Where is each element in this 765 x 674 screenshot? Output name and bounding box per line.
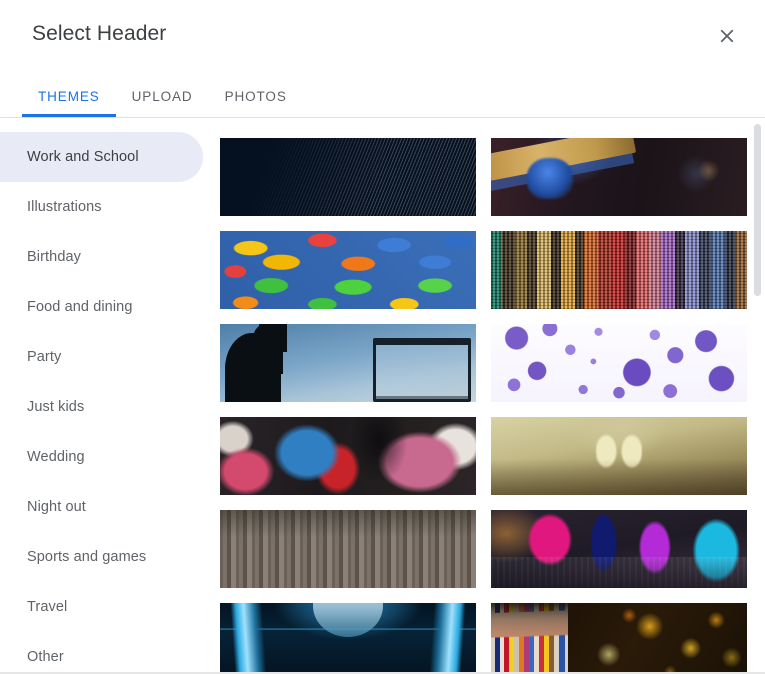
tab-bar: THEMES UPLOAD PHOTOS: [0, 76, 765, 117]
theme-thumbnail-colored-pencils-bokeh[interactable]: [491, 603, 747, 674]
gallery-scrollbar-thumb[interactable]: [754, 124, 761, 296]
page-title: Select Header: [32, 22, 167, 45]
dialog-titlebar: Select Header: [0, 0, 765, 72]
sidebar-item-illustrations[interactable]: Illustrations: [0, 182, 203, 232]
thumbnail-image: [220, 231, 476, 309]
tab-upload[interactable]: UPLOAD: [116, 76, 209, 117]
close-button[interactable]: [705, 14, 749, 58]
sidebar-item-label: Travel: [27, 599, 68, 615]
theme-thumbnail-colorful-yarn-strips[interactable]: [491, 231, 747, 309]
theme-gallery-scroll-area: [218, 118, 765, 674]
sidebar-item-label: Just kids: [27, 399, 85, 415]
sidebar-item-travel[interactable]: Travel: [0, 582, 203, 632]
sidebar-item-wedding[interactable]: Wedding: [0, 432, 203, 482]
sidebar-item-food-and-dining[interactable]: Food and dining: [0, 282, 203, 332]
select-header-dialog: Select Header THEMES UPLOAD PHOTOS Work …: [0, 0, 765, 674]
sidebar-item-birthday[interactable]: Birthday: [0, 232, 203, 282]
sidebar-item-label: Party: [27, 349, 62, 365]
theme-thumbnail-guitar-concert[interactable]: [491, 138, 747, 216]
theme-thumbnail-blue-machinery[interactable]: [220, 603, 476, 674]
theme-thumbnail-colorful-candy[interactable]: [220, 231, 476, 309]
theme-thumbnail-lab-flasks[interactable]: [491, 510, 747, 588]
tab-photos[interactable]: PHOTOS: [209, 76, 303, 117]
thumbnail-image: [220, 417, 476, 495]
sidebar-item-work-and-school[interactable]: Work and School: [0, 132, 203, 182]
theme-thumbnail-book-pages-heart[interactable]: [491, 417, 747, 495]
thumbnail-image: [220, 324, 476, 402]
theme-thumbnail-paintbrushes[interactable]: [220, 510, 476, 588]
theme-thumbnail-basketball-silhouette[interactable]: [220, 324, 476, 402]
sidebar-item-label: Other: [27, 649, 64, 665]
sidebar-item-party[interactable]: Party: [0, 332, 203, 382]
sidebar-item-label: Night out: [27, 499, 86, 515]
thumbnail-image: [220, 510, 476, 588]
thumbnail-image: [491, 324, 747, 402]
theme-thumbnail-grid: [220, 138, 747, 674]
thumbnail-image: [220, 603, 476, 674]
thumbnail-image: [220, 138, 476, 216]
sidebar-item-label: Illustrations: [27, 199, 102, 215]
sidebar-item-other[interactable]: Other: [0, 632, 203, 674]
thumbnail-image: [491, 417, 747, 495]
thumbnail-image: [491, 510, 747, 588]
thumbnail-image: [491, 603, 747, 674]
dialog-body: Work and School Illustrations Birthday F…: [0, 118, 765, 674]
sidebar-item-label: Birthday: [27, 249, 81, 265]
gallery-scrollbar-track[interactable]: [754, 120, 763, 672]
theme-thumbnail-painted-hands[interactable]: [220, 417, 476, 495]
sidebar-item-label: Wedding: [27, 449, 85, 465]
sidebar-item-sports-and-games[interactable]: Sports and games: [0, 532, 203, 582]
sidebar-item-night-out[interactable]: Night out: [0, 482, 203, 532]
sidebar-item-just-kids[interactable]: Just kids: [0, 382, 203, 432]
theme-thumbnail-blue-data-streaks[interactable]: [220, 138, 476, 216]
category-sidebar: Work and School Illustrations Birthday F…: [0, 118, 218, 674]
tab-themes[interactable]: THEMES: [22, 76, 116, 117]
thumbnail-image: [491, 231, 747, 309]
thumbnail-image: [491, 138, 747, 216]
theme-thumbnail-purple-cells[interactable]: [491, 324, 747, 402]
sidebar-item-label: Food and dining: [27, 299, 133, 315]
sidebar-item-label: Work and School: [27, 149, 139, 165]
sidebar-item-label: Sports and games: [27, 549, 147, 565]
close-icon: [716, 25, 738, 47]
